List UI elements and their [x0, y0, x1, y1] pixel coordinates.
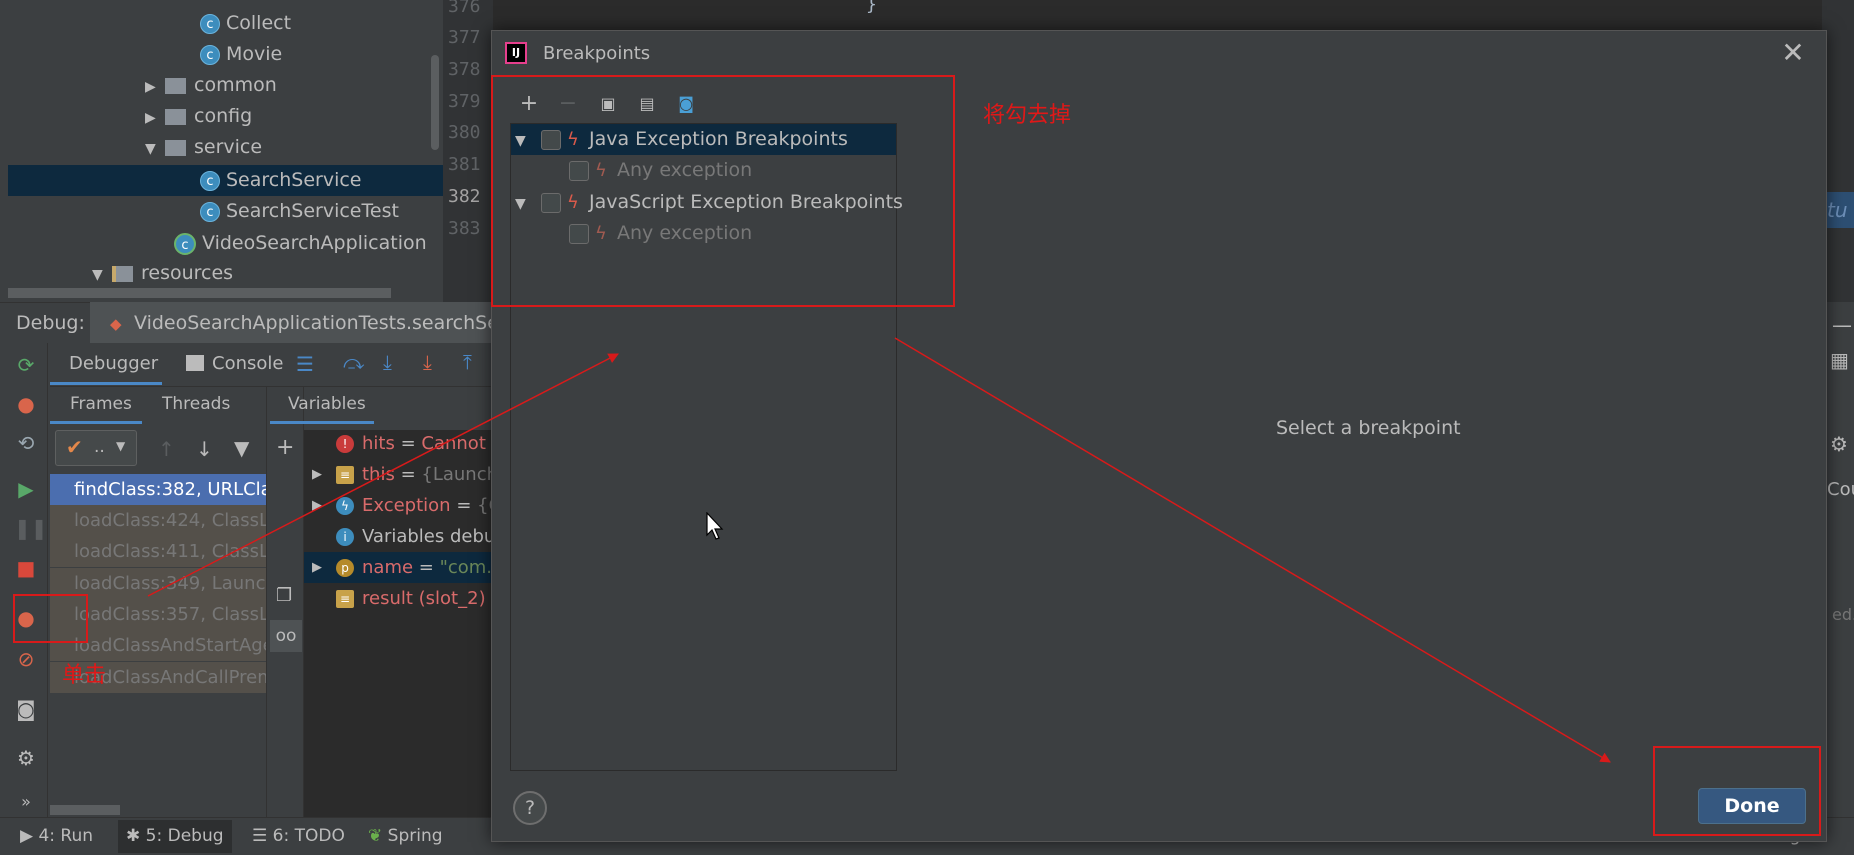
annotation-arrow	[894, 337, 1611, 763]
annotation-arrow	[147, 353, 619, 597]
annotation-arrows	[147, 337, 1611, 763]
